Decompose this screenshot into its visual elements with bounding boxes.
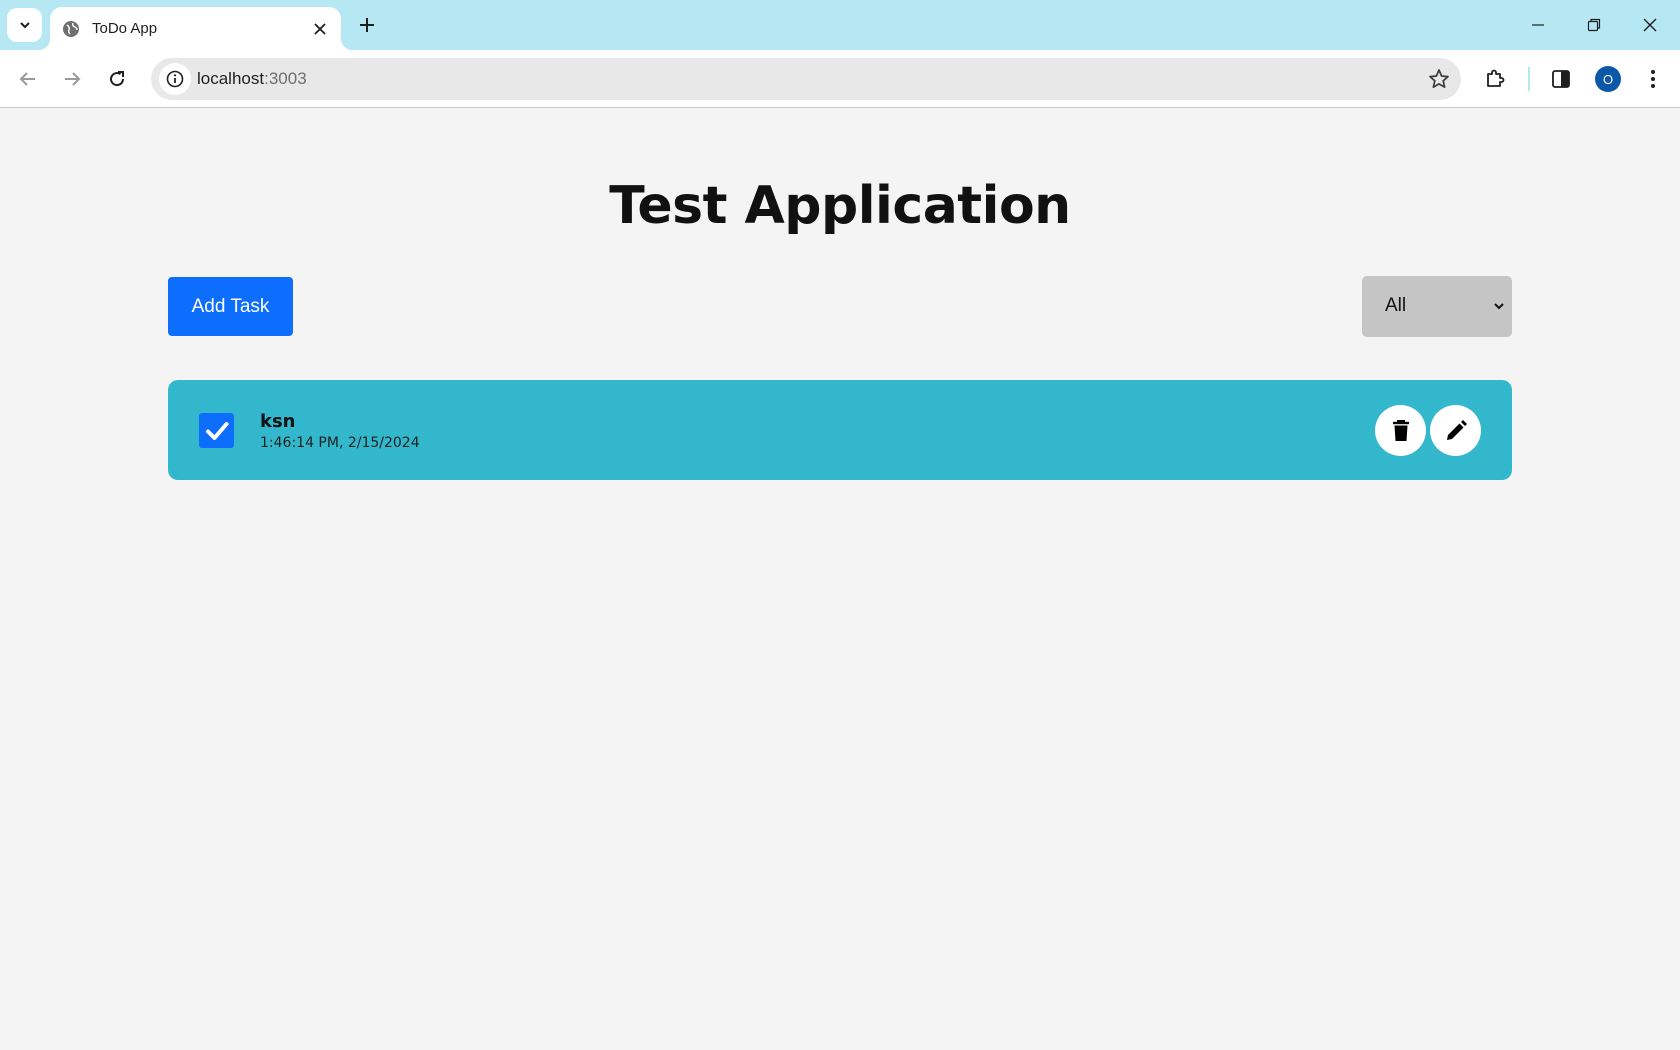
extensions-icon bbox=[1487, 69, 1505, 87]
task-title: ksn bbox=[260, 411, 296, 432]
chevron-down-icon bbox=[19, 22, 30, 29]
minimize-button[interactable] bbox=[1510, 0, 1566, 50]
edit-task-button[interactable] bbox=[1430, 405, 1481, 456]
url-port: :3003 bbox=[264, 69, 307, 88]
toolbar-divider bbox=[1528, 67, 1530, 91]
filter-selected-value: All bbox=[1385, 295, 1407, 316]
address-bar[interactable]: localhost:3003 bbox=[151, 58, 1461, 100]
forward-button[interactable] bbox=[55, 62, 89, 96]
browser-toolbar: localhost:3003 bbox=[0, 50, 1680, 108]
reload-button[interactable] bbox=[100, 62, 134, 96]
trash-icon bbox=[1392, 419, 1409, 441]
plus-icon bbox=[360, 18, 374, 32]
close-window-button[interactable] bbox=[1622, 0, 1678, 50]
tab-search-button[interactable] bbox=[7, 8, 42, 42]
tab-title: ToDo App bbox=[92, 20, 158, 37]
delete-task-button[interactable] bbox=[1375, 405, 1426, 456]
back-icon bbox=[19, 72, 35, 86]
restore-button[interactable] bbox=[1566, 0, 1622, 50]
side-panel-button[interactable] bbox=[1544, 62, 1578, 96]
restore-icon bbox=[1587, 18, 1601, 32]
page-title: Test Application bbox=[609, 176, 1071, 236]
task-timestamp: 1:46:14 PM, 2/15/2024 bbox=[260, 435, 420, 451]
task-item: ksn 1:46:14 PM, 2/15/2024 bbox=[168, 380, 1512, 480]
url-text: localhost:3003 bbox=[197, 69, 307, 89]
url-host: localhost bbox=[197, 69, 265, 88]
back-button[interactable] bbox=[11, 62, 45, 96]
minimize-icon bbox=[1532, 24, 1544, 26]
close-icon[interactable] bbox=[309, 18, 331, 40]
star-icon bbox=[1429, 69, 1449, 89]
side-panel-icon bbox=[1552, 70, 1570, 88]
site-info-button[interactable] bbox=[159, 63, 191, 95]
chevron-down-icon bbox=[1492, 299, 1506, 313]
pencil-icon bbox=[1446, 419, 1467, 440]
task-checkbox[interactable] bbox=[199, 413, 234, 448]
browser-tab[interactable]: ToDo App bbox=[38, 7, 353, 50]
menu-button[interactable] bbox=[1636, 62, 1670, 96]
more-icon bbox=[1651, 70, 1655, 88]
add-task-button[interactable]: Add Task bbox=[168, 277, 293, 336]
close-icon bbox=[1643, 18, 1657, 32]
status-filter-select[interactable]: All bbox=[1362, 276, 1512, 337]
globe-icon bbox=[62, 20, 80, 38]
tab-strip: ToDo App bbox=[0, 0, 1680, 50]
info-icon bbox=[166, 70, 184, 88]
extensions-button[interactable] bbox=[1478, 62, 1512, 96]
reload-icon bbox=[110, 71, 125, 87]
new-tab-button[interactable] bbox=[354, 12, 380, 38]
profile-avatar[interactable]: O bbox=[1595, 66, 1621, 92]
bookmark-button[interactable] bbox=[1427, 67, 1451, 91]
check-icon bbox=[205, 421, 228, 440]
forward-icon bbox=[65, 72, 81, 86]
